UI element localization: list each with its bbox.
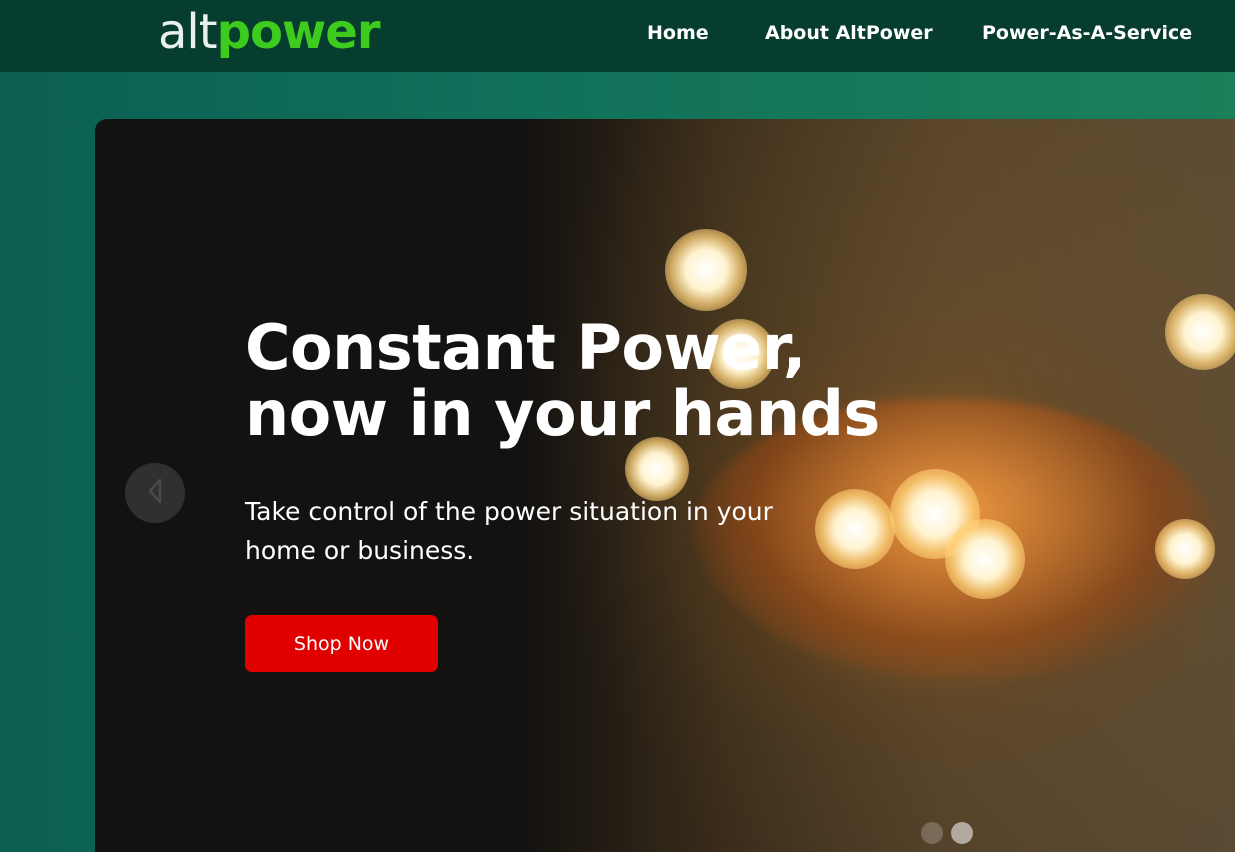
hero-subtitle-line2: home or business. (245, 536, 475, 565)
logo-power-text: power (216, 4, 381, 60)
hero-title-line1: Constant Power, (245, 311, 806, 384)
light-bulb (1165, 294, 1235, 370)
nav-home[interactable]: Home (647, 20, 709, 46)
carousel-dot-2[interactable] (951, 822, 973, 844)
carousel-dot-1[interactable] (921, 822, 943, 844)
chevron-left-icon (146, 477, 164, 509)
light-bulb (665, 229, 747, 311)
hero-carousel: Constant Power, now in your hands Take c… (95, 119, 1235, 852)
nav-power-as-a-service[interactable]: Power-As-A-Service (982, 20, 1192, 46)
shop-now-button[interactable]: Shop Now (245, 615, 438, 672)
hero-title: Constant Power, now in your hands (245, 315, 965, 447)
hero-title-line2: now in your hands (245, 377, 880, 450)
light-bulb (1155, 519, 1215, 579)
hero-subtitle-line1: Take control of the power situation in y… (245, 497, 773, 526)
logo-alt-text: alt (158, 4, 218, 60)
hero-subtitle: Take control of the power situation in y… (245, 492, 825, 570)
altpower-logo[interactable]: altpower (158, 2, 381, 62)
light-bulb (945, 519, 1025, 599)
nav-about-altpower[interactable]: About AltPower (765, 20, 933, 46)
carousel-prev-button[interactable] (125, 463, 185, 523)
light-bulb (815, 489, 895, 569)
top-navbar: altpower Home About AltPower Power-As-A-… (0, 0, 1235, 72)
